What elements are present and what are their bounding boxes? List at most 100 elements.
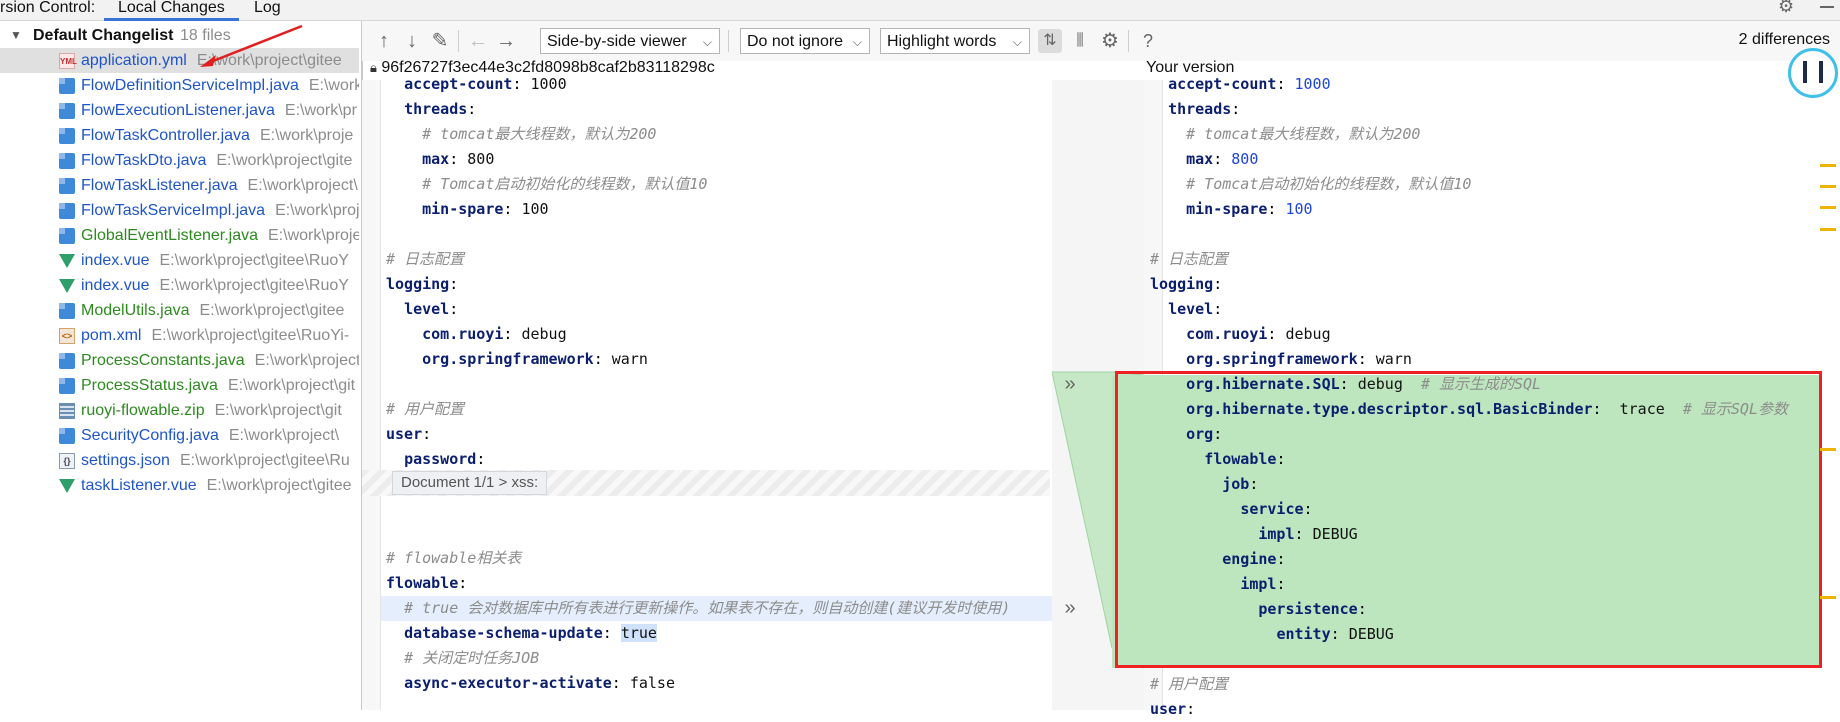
highlight-select[interactable]: Highlight words ⌵ <box>880 28 1030 54</box>
change-marker[interactable] <box>1820 206 1836 209</box>
file-entry: ruoyi-flowable.zip E:\work\project\git <box>81 398 342 423</box>
code-line: # flowable相关表 <box>386 546 521 571</box>
settings-gear-icon[interactable]: ⚙ <box>1098 29 1122 53</box>
file-row[interactable]: SecurityConfig.java E:\work\project\ <box>0 423 359 448</box>
file-path: E:\work\project\gitee\RuoY <box>159 252 349 269</box>
java-file-icon <box>59 103 75 119</box>
yaml-key: user <box>1150 700 1187 718</box>
plugin-logo-icon[interactable] <box>1788 48 1838 98</box>
code-line: # Tomcat启动初始化的线程数，默认值10 <box>1150 172 1471 197</box>
vue-file-icon <box>59 479 75 493</box>
file-row[interactable]: index.vue E:\work\project\gitee\RuoY <box>0 248 359 273</box>
yaml-key: flowable <box>386 574 459 592</box>
file-path: E:\work\project\git <box>227 377 356 394</box>
code-line: org.springframework: warn <box>422 350 648 368</box>
file-entry: index.vue E:\work\project\gitee\RuoY <box>81 248 349 273</box>
file-name: FlowTaskController.java <box>81 127 250 144</box>
file-path: E:\work\project\ <box>247 177 358 194</box>
file-name: index.vue <box>81 252 150 269</box>
minimize-icon[interactable] <box>1820 6 1834 8</box>
previous-difference-icon[interactable]: ↑ <box>372 29 396 53</box>
change-marker[interactable] <box>1820 185 1836 188</box>
file-row[interactable]: GlobalEventListener.java E:\work\proje <box>0 223 359 248</box>
yaml-key: max <box>422 150 450 168</box>
file-row[interactable]: ProcessConstants.java E:\work\project <box>0 348 359 373</box>
code-line: password: <box>404 450 495 468</box>
code-line: # tomcat最大线程数，默认为200 <box>1150 122 1420 147</box>
code-line: accept-count: 1000 <box>1168 75 1331 93</box>
whitespace-select[interactable]: Do not ignore ⌵ <box>740 28 870 54</box>
file-path: E:\work\project\git <box>214 402 342 419</box>
file-row[interactable]: ModelUtils.java E:\work\project\gitee <box>0 298 359 323</box>
file-path: E:\work\project\gitee\Ru <box>179 452 350 469</box>
java-file-icon <box>59 353 75 369</box>
yaml-key: accept-count <box>1168 75 1277 93</box>
collapse-unchanged-icon[interactable]: ⇅ <box>1038 29 1062 53</box>
yaml-key: max <box>1186 150 1214 168</box>
chevron-down-icon[interactable]: ▼ <box>10 23 22 48</box>
java-file-icon <box>59 378 75 394</box>
file-row[interactable]: {} settings.json E:\work\project\gitee\Ru <box>0 448 359 473</box>
yaml-comment: # Tomcat启动初始化的线程数，默认值10 <box>1186 175 1472 193</box>
file-row[interactable]: taskListener.vue E:\work\project\gitee <box>0 473 359 498</box>
file-name: index.vue <box>81 277 150 294</box>
yaml-value: debug <box>1285 325 1331 343</box>
file-name: GlobalEventListener.java <box>81 227 258 244</box>
tab-log[interactable]: Log <box>240 0 295 18</box>
yaml-comment: # true 会对数据库中所有表进行更新操作。如果表不存在，则自动创建(建议开发… <box>404 599 1011 617</box>
file-name: FlowTaskServiceImpl.java <box>81 202 266 219</box>
annotation-box <box>1115 371 1822 668</box>
yaml-value: 100 <box>1285 200 1313 218</box>
yaml-value: false <box>629 674 675 692</box>
file-row[interactable]: ProcessStatus.java E:\work\project\git <box>0 373 359 398</box>
file-row[interactable]: FlowTaskController.java E:\work\proje <box>0 123 359 148</box>
change-marker[interactable] <box>1820 596 1836 599</box>
whitespace-value: Do not ignore <box>747 33 844 50</box>
change-marker[interactable] <box>1820 448 1836 451</box>
change-marker[interactable] <box>1820 228 1836 231</box>
file-row[interactable]: FlowExecutionListener.java E:\work\pr <box>0 98 359 123</box>
forward-arrow-icon[interactable]: → <box>494 29 518 53</box>
file-row[interactable]: <> pom.xml E:\work\project\gitee\RuoYi- <box>0 323 359 348</box>
code-line: level: <box>1168 300 1232 318</box>
file-row[interactable]: FlowDefinitionServiceImpl.java E:\work <box>0 73 359 98</box>
toolwindow-title: rsion Control: <box>0 0 96 16</box>
tab-local-changes[interactable]: Local Changes <box>104 0 239 21</box>
toolbar-separator <box>458 30 459 52</box>
file-row[interactable]: ruoyi-flowable.zip E:\work\project\git <box>0 398 359 423</box>
file-entry: taskListener.vue E:\work\project\gitee <box>81 473 352 498</box>
file-path: E:\work\project\gite <box>216 152 353 169</box>
file-row[interactable]: FlowTaskListener.java E:\work\project\ <box>0 173 359 198</box>
highlight-value: Highlight words <box>887 33 997 50</box>
vue-file-icon <box>59 279 75 293</box>
file-entry: ModelUtils.java E:\work\project\gitee <box>81 298 344 323</box>
sync-scroll-icon[interactable]: ⫼ <box>1068 29 1092 53</box>
code-line: min-spare: 100 <box>422 200 549 218</box>
yaml-key: accept-count <box>404 75 513 93</box>
file-row[interactable]: FlowTaskServiceImpl.java E:\work\proj <box>0 198 359 223</box>
chevron-down-icon: ⌵ <box>702 35 712 49</box>
file-name: settings.json <box>81 452 170 469</box>
annotation-arrow <box>200 24 303 67</box>
java-file-icon <box>59 78 75 94</box>
code-line: database-schema-update: true <box>404 624 657 642</box>
help-icon[interactable]: ? <box>1136 29 1160 53</box>
next-difference-icon[interactable]: ↓ <box>400 29 424 53</box>
file-name: FlowDefinitionServiceImpl.java <box>81 77 299 94</box>
code-line: logging: <box>386 275 468 293</box>
file-name: FlowTaskDto.java <box>81 152 207 169</box>
apply-change-arrow-icon[interactable]: » <box>1060 597 1080 620</box>
file-row[interactable]: index.vue E:\work\project\gitee\RuoY <box>0 273 359 298</box>
file-row[interactable]: FlowTaskDto.java E:\work\project\gite <box>0 148 359 173</box>
back-arrow-icon[interactable]: ← <box>466 29 490 53</box>
apply-change-arrow-icon[interactable]: » <box>1060 373 1080 396</box>
gear-icon[interactable]: ⚙ <box>1778 0 1794 17</box>
edit-source-icon[interactable]: ✎ <box>428 29 452 53</box>
change-marker[interactable] <box>1820 164 1836 167</box>
file-path: E:\work\proje <box>259 127 354 144</box>
file-name: FlowExecutionListener.java <box>81 102 275 119</box>
viewer-mode-select[interactable]: Side-by-side viewer ⌵ <box>540 28 720 54</box>
code-line: min-spare: 100 <box>1186 200 1313 218</box>
code-line: # 用户配置 <box>386 397 464 422</box>
file-path: E:\work\project\gitee <box>206 477 352 494</box>
